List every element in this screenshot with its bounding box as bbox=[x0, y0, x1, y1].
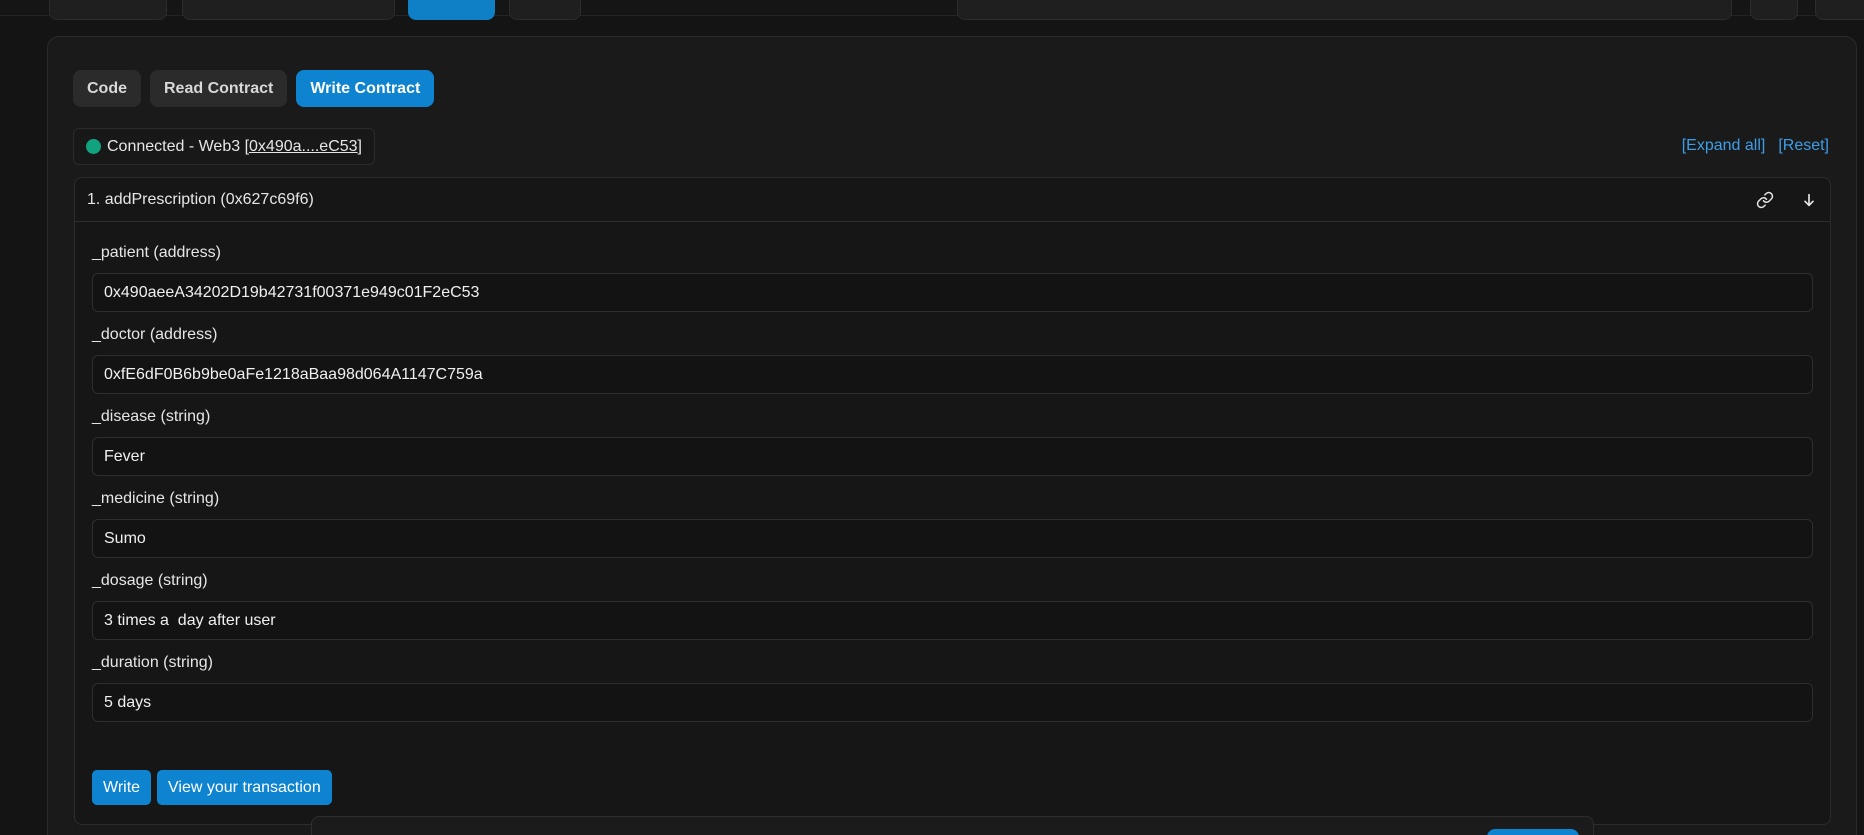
write-button[interactable]: Write bbox=[92, 770, 152, 805]
bottom-popup-button[interactable] bbox=[1487, 829, 1579, 835]
view-transaction-button[interactable]: View your transaction bbox=[157, 770, 332, 805]
expand-all-link[interactable]: [Expand all] bbox=[1682, 137, 1766, 155]
tab-code[interactable]: Code bbox=[73, 70, 141, 107]
connection-close-bracket: ] bbox=[357, 137, 362, 155]
function-controls: [Expand all] [Reset] bbox=[1682, 137, 1829, 155]
top-icon-button-ghost-1[interactable] bbox=[1750, 0, 1798, 20]
function-inputs: _patient (address) _doctor (address) _di… bbox=[75, 222, 1830, 722]
bottom-popup-panel bbox=[311, 816, 1594, 835]
disease-label: _disease (string) bbox=[92, 408, 211, 425]
top-tab-ghost-active[interactable] bbox=[408, 0, 495, 20]
top-search-ghost[interactable] bbox=[957, 0, 1732, 20]
dosage-label: _dosage (string) bbox=[92, 572, 208, 589]
top-tab-ghost-1[interactable] bbox=[49, 0, 167, 20]
function-actions: Write View your transaction bbox=[92, 770, 332, 805]
medicine-input[interactable] bbox=[92, 519, 1813, 558]
arrow-down-icon[interactable] bbox=[1798, 189, 1820, 211]
function-panel: 1. addPrescription (0x627c69f6) _patient… bbox=[74, 177, 1831, 825]
connected-status-dot bbox=[86, 139, 101, 154]
patient-address-input[interactable] bbox=[92, 273, 1813, 312]
connection-status-text: Connected - Web3 [ bbox=[107, 137, 250, 155]
function-header[interactable]: 1. addPrescription (0x627c69f6) bbox=[75, 178, 1830, 222]
doctor-label: _doctor (address) bbox=[92, 326, 218, 343]
connected-address-link[interactable]: 0x490a....eC53 bbox=[249, 138, 358, 155]
top-tab-ghost-2[interactable] bbox=[182, 0, 395, 20]
dosage-input[interactable] bbox=[92, 601, 1813, 640]
tab-read-contract[interactable]: Read Contract bbox=[150, 70, 288, 107]
contract-card: Code Read Contract Write Contract Connec… bbox=[47, 36, 1857, 835]
duration-input[interactable] bbox=[92, 683, 1813, 722]
reset-link[interactable]: [Reset] bbox=[1778, 137, 1829, 155]
link-icon[interactable] bbox=[1754, 189, 1776, 211]
disease-input[interactable] bbox=[92, 437, 1813, 476]
top-tab-ghost-4[interactable] bbox=[509, 0, 581, 20]
doctor-address-input[interactable] bbox=[92, 355, 1813, 394]
medicine-label: _medicine (string) bbox=[92, 490, 220, 507]
duration-label: _duration (string) bbox=[92, 654, 213, 671]
tab-write-contract[interactable]: Write Contract bbox=[296, 70, 435, 107]
function-title: 1. addPrescription (0x627c69f6) bbox=[87, 190, 314, 208]
top-icon-button-ghost-2[interactable] bbox=[1815, 0, 1864, 20]
top-toolbar-strip bbox=[0, 0, 1864, 20]
connection-status: Connected - Web3 [0x490a....eC53] bbox=[73, 128, 375, 165]
patient-label: _patient (address) bbox=[92, 244, 221, 261]
contract-tabs: Code Read Contract Write Contract bbox=[73, 70, 435, 107]
